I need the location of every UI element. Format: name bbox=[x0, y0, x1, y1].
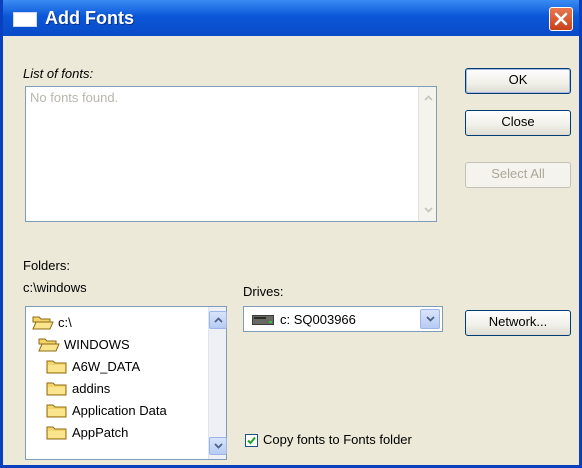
folders-scrollbar[interactable] bbox=[208, 307, 227, 459]
select-all-button[interactable]: Select All bbox=[465, 162, 571, 188]
folder-icon bbox=[46, 382, 67, 396]
fonts-list-label: List of fonts: bbox=[23, 66, 94, 81]
drive-icon bbox=[252, 315, 274, 325]
folder-tree-item-label: WINDOWS bbox=[64, 336, 130, 352]
folder-tree-item[interactable]: A6W_DATA bbox=[46, 355, 140, 377]
folders-treeview[interactable]: c:\ WINDOWS A6W_DATAaddins Application Data… bbox=[25, 306, 227, 460]
window-icon bbox=[13, 12, 37, 27]
folders-label: Folders: bbox=[23, 258, 70, 273]
close-button[interactable]: Close bbox=[465, 110, 571, 136]
open-folder-icon bbox=[32, 316, 54, 330]
folder-tree-item[interactable]: Application Data bbox=[46, 399, 167, 421]
open-folder-icon bbox=[38, 338, 60, 352]
folders-scroll-down-button[interactable] bbox=[209, 437, 227, 455]
fonts-scroll-up-button bbox=[419, 89, 437, 107]
chevron-down-icon bbox=[213, 443, 223, 449]
folder-tree-item[interactable]: c:\ bbox=[32, 311, 72, 333]
folder-tree-item[interactable]: WINDOWS bbox=[38, 333, 130, 355]
folder-icon bbox=[46, 404, 67, 418]
folder-tree-item-label: AppPatch bbox=[72, 424, 129, 440]
chevron-up-icon bbox=[423, 95, 433, 101]
chevron-down-icon bbox=[423, 207, 433, 213]
current-folder-path: c:\windows bbox=[23, 280, 87, 295]
folder-tree-item[interactable]: addins bbox=[46, 377, 110, 399]
drives-selected-value: c: SQ003966 bbox=[280, 312, 356, 327]
drives-dropdown[interactable]: c: SQ003966 bbox=[243, 306, 443, 332]
copy-fonts-checkbox[interactable] bbox=[245, 434, 258, 447]
close-icon bbox=[554, 12, 568, 26]
chevron-up-icon bbox=[213, 317, 223, 323]
title-bar[interactable]: Add Fonts bbox=[3, 0, 579, 36]
add-fonts-dialog: Add Fonts List of fonts: No fonts found.… bbox=[0, 0, 582, 468]
fonts-scroll-down-button bbox=[419, 201, 437, 219]
folder-tree-item-label: A6W_DATA bbox=[72, 358, 141, 374]
drives-dropdown-button[interactable] bbox=[420, 309, 440, 329]
copy-fonts-label[interactable]: Copy fonts to Fonts folder bbox=[263, 432, 412, 447]
ok-button[interactable]: OK bbox=[465, 68, 571, 94]
folder-tree-item-label: Application Data bbox=[72, 402, 167, 418]
chevron-down-icon bbox=[425, 316, 435, 322]
fonts-empty-text: No fonts found. bbox=[30, 90, 119, 105]
network-button[interactable]: Network... bbox=[465, 310, 571, 336]
folder-tree-item-label: addins bbox=[72, 380, 111, 396]
folders-scroll-up-button[interactable] bbox=[209, 311, 227, 329]
folder-icon bbox=[46, 426, 67, 440]
folder-tree-item-label: c:\ bbox=[58, 314, 72, 330]
folder-icon bbox=[46, 360, 67, 374]
folder-tree: c:\ WINDOWS A6W_DATAaddins Application Data… bbox=[30, 307, 206, 457]
checkmark-icon bbox=[247, 436, 256, 445]
drives-label: Drives: bbox=[243, 284, 284, 299]
close-window-button[interactable] bbox=[549, 7, 573, 31]
fonts-scrollbar bbox=[418, 87, 436, 221]
window-title: Add Fonts bbox=[45, 8, 134, 28]
fonts-listbox[interactable]: No fonts found. bbox=[25, 86, 437, 222]
folder-tree-item[interactable]: AppPatch bbox=[46, 421, 128, 443]
